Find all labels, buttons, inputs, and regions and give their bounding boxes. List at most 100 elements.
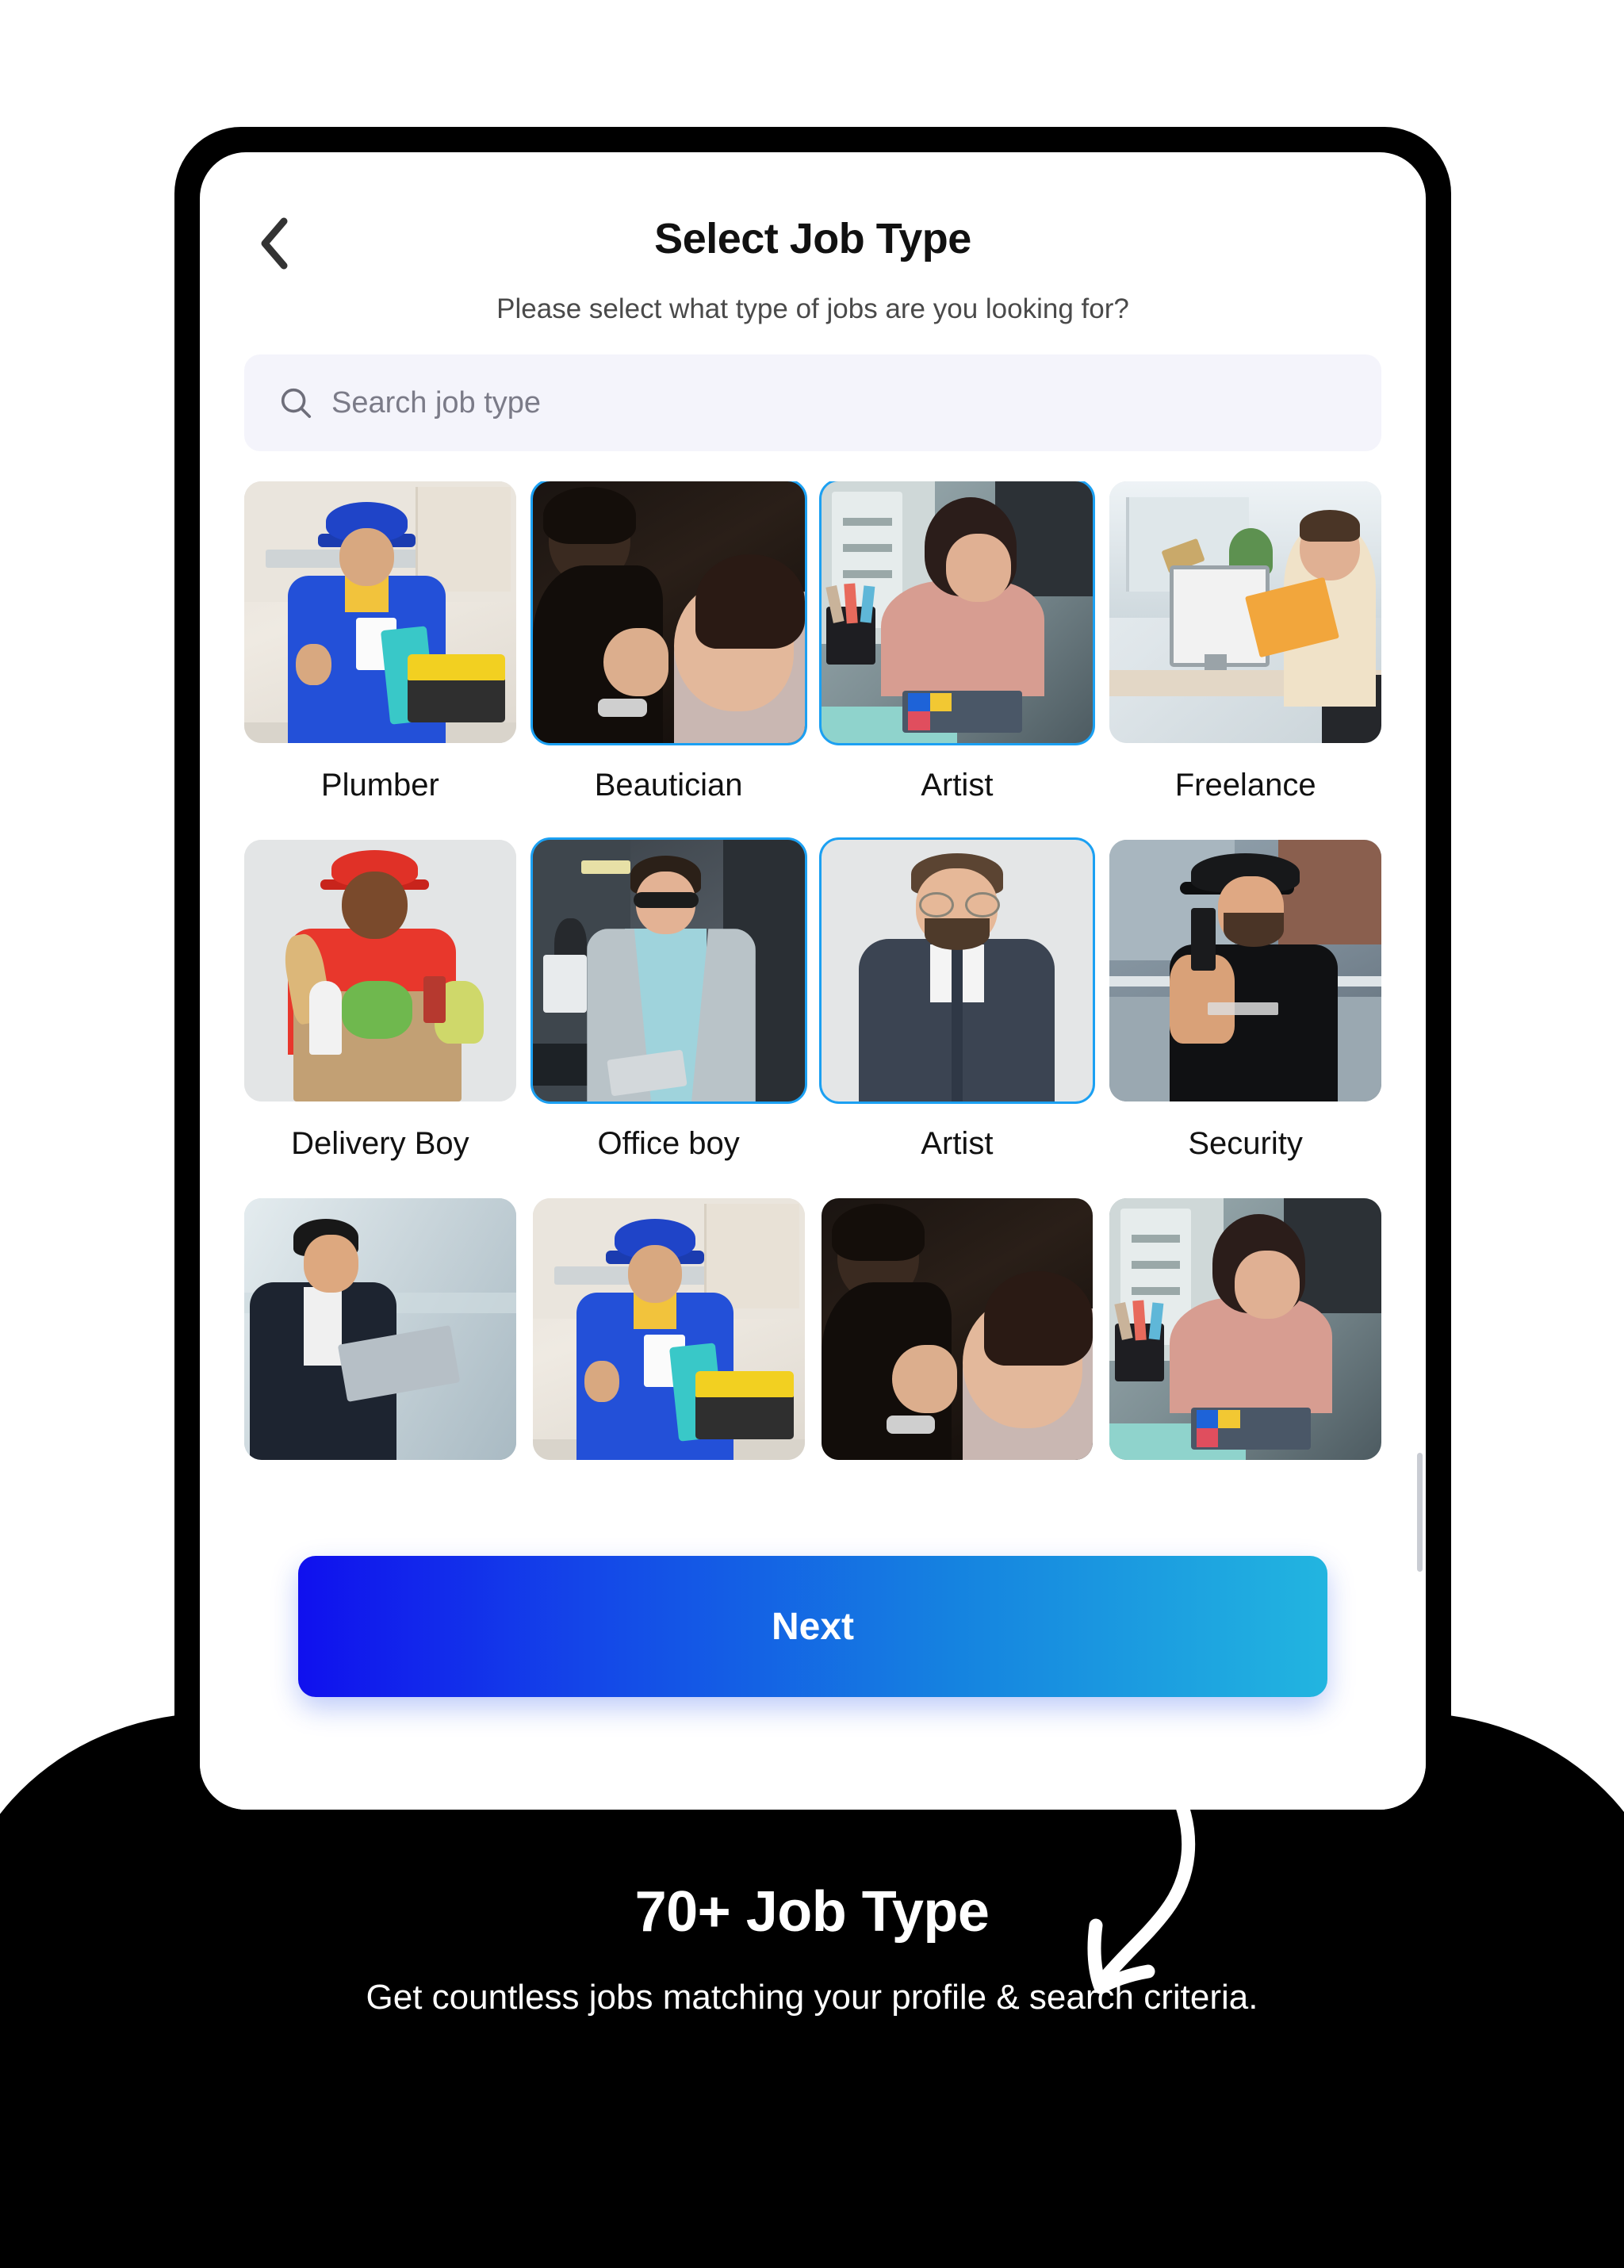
job-type-image xyxy=(1109,840,1381,1101)
search-icon xyxy=(278,385,314,421)
next-button[interactable]: Next xyxy=(298,1556,1327,1697)
job-type-card[interactable]: Artist xyxy=(818,481,1096,840)
job-type-thumbnail xyxy=(1109,1198,1381,1460)
art-shape xyxy=(842,570,892,579)
art-shape xyxy=(304,1235,358,1293)
art-shape xyxy=(1300,510,1360,542)
job-type-image xyxy=(532,1198,805,1460)
job-type-label: Security xyxy=(1188,1126,1303,1161)
curved-arrow-down-icon xyxy=(1087,1785,1196,1994)
job-type-thumbnail xyxy=(821,1198,1094,1460)
job-type-thumbnail xyxy=(244,1198,516,1460)
job-type-image xyxy=(821,481,1094,743)
job-type-thumbnail xyxy=(818,481,1096,745)
job-type-label: Artist xyxy=(921,768,994,803)
art-shape xyxy=(832,1203,925,1262)
art-shape xyxy=(929,693,952,712)
art-shape xyxy=(1131,1261,1181,1270)
search-bar[interactable] xyxy=(244,354,1381,451)
job-type-grid: Plumber Beautician Artist Freelance Delivery… xyxy=(200,481,1426,1520)
art-shape xyxy=(584,1360,620,1403)
job-type-card[interactable] xyxy=(1109,1198,1381,1520)
art-shape xyxy=(339,528,394,586)
art-shape xyxy=(342,981,413,1039)
art-shape xyxy=(952,944,963,1101)
job-type-image xyxy=(821,1198,1094,1460)
phone-screen: Select Job Type Please select what type … xyxy=(200,152,1426,1810)
job-type-card[interactable] xyxy=(532,1198,805,1520)
art-shape xyxy=(627,1245,683,1303)
art-shape xyxy=(1207,1002,1278,1016)
art-shape xyxy=(1131,1287,1181,1296)
art-shape xyxy=(1224,913,1284,948)
art-shape xyxy=(342,871,408,940)
art-shape xyxy=(965,892,1000,918)
job-type-thumbnail xyxy=(1109,840,1381,1101)
promo-tagline: Get countless jobs matching your profile… xyxy=(366,1978,1258,2017)
art-shape xyxy=(704,1203,799,1308)
app-header: Select Job Type Please select what type … xyxy=(200,152,1426,324)
job-type-thumbnail xyxy=(244,481,516,743)
promo-headline: 70+ Job Type xyxy=(634,1880,990,1944)
art-shape xyxy=(918,892,954,918)
scrollbar-thumb[interactable] xyxy=(1417,1453,1423,1572)
job-type-scroll-area[interactable]: Plumber Beautician Artist Freelance Delivery… xyxy=(200,481,1426,1544)
job-type-image xyxy=(1109,1198,1381,1460)
art-shape xyxy=(908,693,930,712)
job-type-card[interactable]: Artist xyxy=(818,837,1096,1198)
job-type-image xyxy=(244,481,516,743)
art-shape xyxy=(695,1370,794,1397)
job-type-label: Beautician xyxy=(594,768,743,803)
job-type-label: Freelance xyxy=(1174,768,1316,803)
art-shape xyxy=(543,486,636,545)
art-shape xyxy=(984,1271,1094,1366)
art-shape xyxy=(603,627,669,696)
job-type-card[interactable]: Office boy xyxy=(530,837,807,1198)
art-shape xyxy=(1196,1428,1219,1447)
job-type-image xyxy=(532,481,805,743)
job-type-image xyxy=(244,840,516,1101)
job-type-card[interactable]: Delivery Boy xyxy=(244,840,516,1198)
art-shape xyxy=(946,534,1012,602)
art-shape xyxy=(924,918,990,950)
art-shape xyxy=(1234,1251,1300,1319)
job-type-card[interactable] xyxy=(821,1198,1094,1520)
art-shape xyxy=(1191,907,1216,971)
art-shape xyxy=(891,1344,957,1413)
art-shape xyxy=(1218,1410,1240,1429)
art-shape xyxy=(598,698,647,717)
art-shape xyxy=(407,653,506,680)
job-type-card[interactable]: Beautician xyxy=(530,481,807,840)
job-type-thumbnail xyxy=(244,840,516,1101)
art-shape xyxy=(842,518,892,527)
job-type-thumbnail xyxy=(1109,481,1381,743)
art-shape xyxy=(1196,1410,1219,1429)
promo-footer: 70+ Job Type Get countless jobs matching… xyxy=(0,1879,1624,2017)
page-subtitle: Please select what type of jobs are you … xyxy=(496,293,1129,324)
job-type-card[interactable]: Security xyxy=(1109,840,1381,1198)
job-type-thumbnail xyxy=(530,481,807,745)
art-shape xyxy=(842,544,892,553)
art-shape xyxy=(296,643,331,686)
job-type-label: Plumber xyxy=(320,768,439,803)
art-shape xyxy=(309,981,343,1055)
job-type-card[interactable]: Plumber xyxy=(244,481,516,840)
job-type-thumbnail xyxy=(532,1198,805,1460)
art-shape xyxy=(304,1287,343,1366)
job-type-image xyxy=(821,840,1094,1101)
job-type-thumbnail xyxy=(530,837,807,1104)
job-type-card[interactable]: Freelance xyxy=(1109,481,1381,840)
job-type-card[interactable] xyxy=(244,1198,516,1520)
job-type-image xyxy=(532,840,805,1101)
search-input[interactable] xyxy=(331,379,1381,427)
art-shape xyxy=(543,955,588,1013)
art-shape xyxy=(1277,840,1381,944)
art-shape xyxy=(695,554,805,649)
footer-action-area: Next xyxy=(200,1524,1426,1810)
job-type-image xyxy=(244,1198,516,1460)
art-shape xyxy=(633,892,699,908)
job-type-label: Artist xyxy=(921,1126,994,1161)
art-shape xyxy=(581,860,631,874)
job-type-thumbnail xyxy=(818,837,1096,1104)
job-type-label: Office boy xyxy=(597,1126,740,1161)
